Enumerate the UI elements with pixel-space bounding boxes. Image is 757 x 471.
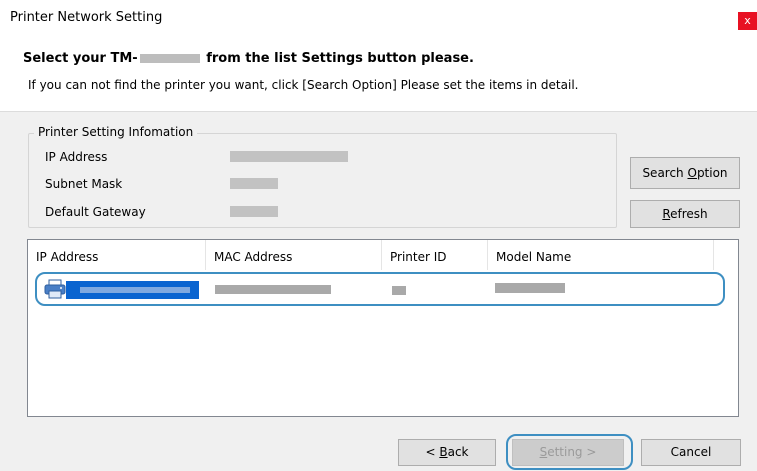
column-ip-address-label: IP Address: [36, 250, 99, 264]
instruction-text: If you can not find the printer you want…: [28, 78, 579, 92]
search-option-accel: O: [687, 166, 697, 180]
search-option-label-pre: Search: [642, 166, 688, 180]
refresh-accel: R: [662, 207, 671, 221]
cancel-button[interactable]: Cancel: [641, 439, 741, 466]
default-gateway-label: Default Gateway: [45, 205, 146, 219]
cancel-label: Cancel: [670, 445, 712, 459]
column-model-name[interactable]: Model Name: [488, 240, 714, 270]
subnet-mask-value: [230, 178, 278, 189]
title-bar: Printer Network Setting x: [0, 0, 757, 44]
back-label-pre: <: [425, 445, 440, 459]
redacted-model: [139, 54, 200, 63]
ip-address-label: IP Address: [45, 150, 108, 164]
row-highlight-callout: [35, 272, 725, 306]
column-printer-id[interactable]: Printer ID: [382, 240, 488, 270]
search-option-label-post: ption: [696, 166, 728, 180]
printer-list[interactable]: IP Address MAC Address Printer ID Model …: [27, 239, 739, 417]
group-legend: Printer Setting Infomation: [34, 125, 198, 139]
back-button[interactable]: < Back: [398, 439, 496, 466]
back-label-post: ack: [447, 445, 469, 459]
subnet-mask-label: Subnet Mask: [45, 177, 123, 191]
page-heading: Select your TM- from the list Settings b…: [23, 51, 474, 66]
heading-prefix: Select your TM-: [23, 51, 138, 66]
column-mac-address[interactable]: MAC Address: [206, 240, 382, 270]
refresh-label-post: efresh: [670, 207, 708, 221]
heading-suffix: from the list Settings button please.: [206, 51, 474, 66]
column-printer-id-label: Printer ID: [390, 250, 447, 264]
default-gateway-value: [230, 206, 278, 217]
column-model-name-label: Model Name: [496, 250, 572, 264]
refresh-button[interactable]: Refresh: [630, 200, 740, 228]
search-option-button[interactable]: Search Option: [630, 157, 740, 189]
back-accel: B: [439, 445, 448, 459]
window-title: Printer Network Setting: [10, 10, 163, 25]
column-ip-address[interactable]: IP Address: [28, 240, 206, 270]
setting-button-callout: [506, 434, 633, 470]
close-icon: x: [744, 14, 751, 27]
ip-address-value: [230, 151, 348, 162]
close-button[interactable]: x: [738, 12, 757, 30]
column-mac-address-label: MAC Address: [214, 250, 293, 264]
